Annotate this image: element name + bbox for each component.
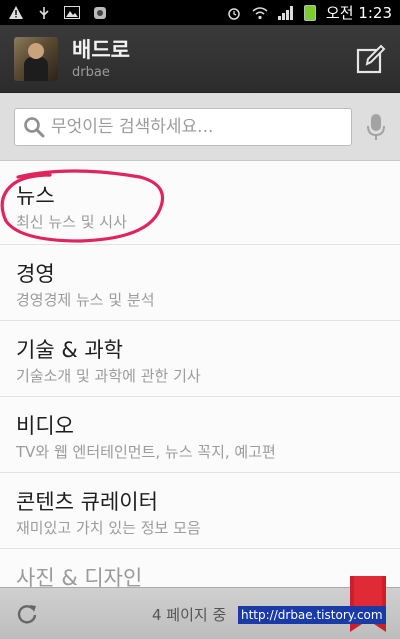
list-item-title: 콘텐츠 큐레이터 — [16, 490, 158, 514]
list-item-business[interactable]: 경영 경영경제 뉴스 및 분석 — [0, 245, 400, 321]
list-item-title: 기술 & 과학 — [16, 338, 124, 362]
app-header: 배드로 drbae — [0, 25, 400, 93]
microphone-icon[interactable] — [366, 112, 386, 142]
header-titles: 배드로 drbae — [72, 37, 130, 80]
list-item-title: 사진 & 디자인 — [16, 566, 143, 587]
status-bar: 오전 1:23 — [0, 0, 400, 25]
username: drbae — [72, 65, 110, 80]
usb-icon — [36, 6, 52, 20]
battery-icon — [303, 4, 316, 21]
warning-icon — [8, 5, 24, 20]
list-item-desc: 기술소개 및 과학에 관한 기사 — [16, 367, 201, 385]
search-input[interactable] — [51, 116, 341, 137]
page-indicator: 4 페이지 중 — [152, 606, 227, 624]
search-bar — [0, 93, 400, 161]
alarm-icon — [226, 6, 242, 20]
page-title: 배드로 — [72, 38, 130, 62]
refresh-icon[interactable] — [16, 603, 38, 625]
list-item-tech-science[interactable]: 기술 & 과학 기술소개 및 과학에 관한 기사 — [0, 321, 400, 397]
list-item-desc: TV와 웹 엔터테인먼트, 뉴스 꼭지, 예고편 — [16, 443, 276, 461]
image-icon — [64, 5, 80, 20]
wifi-icon — [252, 6, 268, 20]
list-item-news[interactable]: 뉴스 최신 뉴스 및 시사 — [0, 161, 400, 245]
avatar[interactable] — [14, 36, 58, 81]
compose-icon[interactable] — [356, 44, 386, 74]
search-box[interactable] — [14, 107, 352, 146]
clock: 오전 1:23 — [326, 2, 392, 23]
search-icon — [23, 116, 45, 138]
list-item-title: 비디오 — [16, 414, 74, 438]
list-item-photo-design[interactable]: 사진 & 디자인 — [0, 549, 400, 587]
list-item-desc: 재미있고 가치 있는 정보 모음 — [16, 519, 201, 537]
list-item-video[interactable]: 비디오 TV와 웹 엔터테인먼트, 뉴스 꼭지, 예고편 — [0, 397, 400, 473]
app-notification-icon — [92, 6, 108, 20]
time-period: 오전 — [325, 4, 354, 22]
category-list: 뉴스 최신 뉴스 및 시사 경영 경영경제 뉴스 및 분석 기술 & 과학 기술… — [0, 161, 400, 587]
watermark: http://drbae.tistory.com — [238, 606, 386, 624]
list-item-curator[interactable]: 콘텐츠 큐레이터 재미있고 가치 있는 정보 모음 — [0, 473, 400, 549]
list-item-desc: 최신 뉴스 및 시사 — [16, 213, 127, 231]
list-item-desc: 경영경제 뉴스 및 분석 — [16, 291, 155, 309]
list-item-title: 뉴스 — [16, 184, 55, 208]
list-item-title: 경영 — [16, 262, 55, 286]
time: 1:23 — [358, 4, 392, 22]
signal-icon — [277, 5, 294, 20]
